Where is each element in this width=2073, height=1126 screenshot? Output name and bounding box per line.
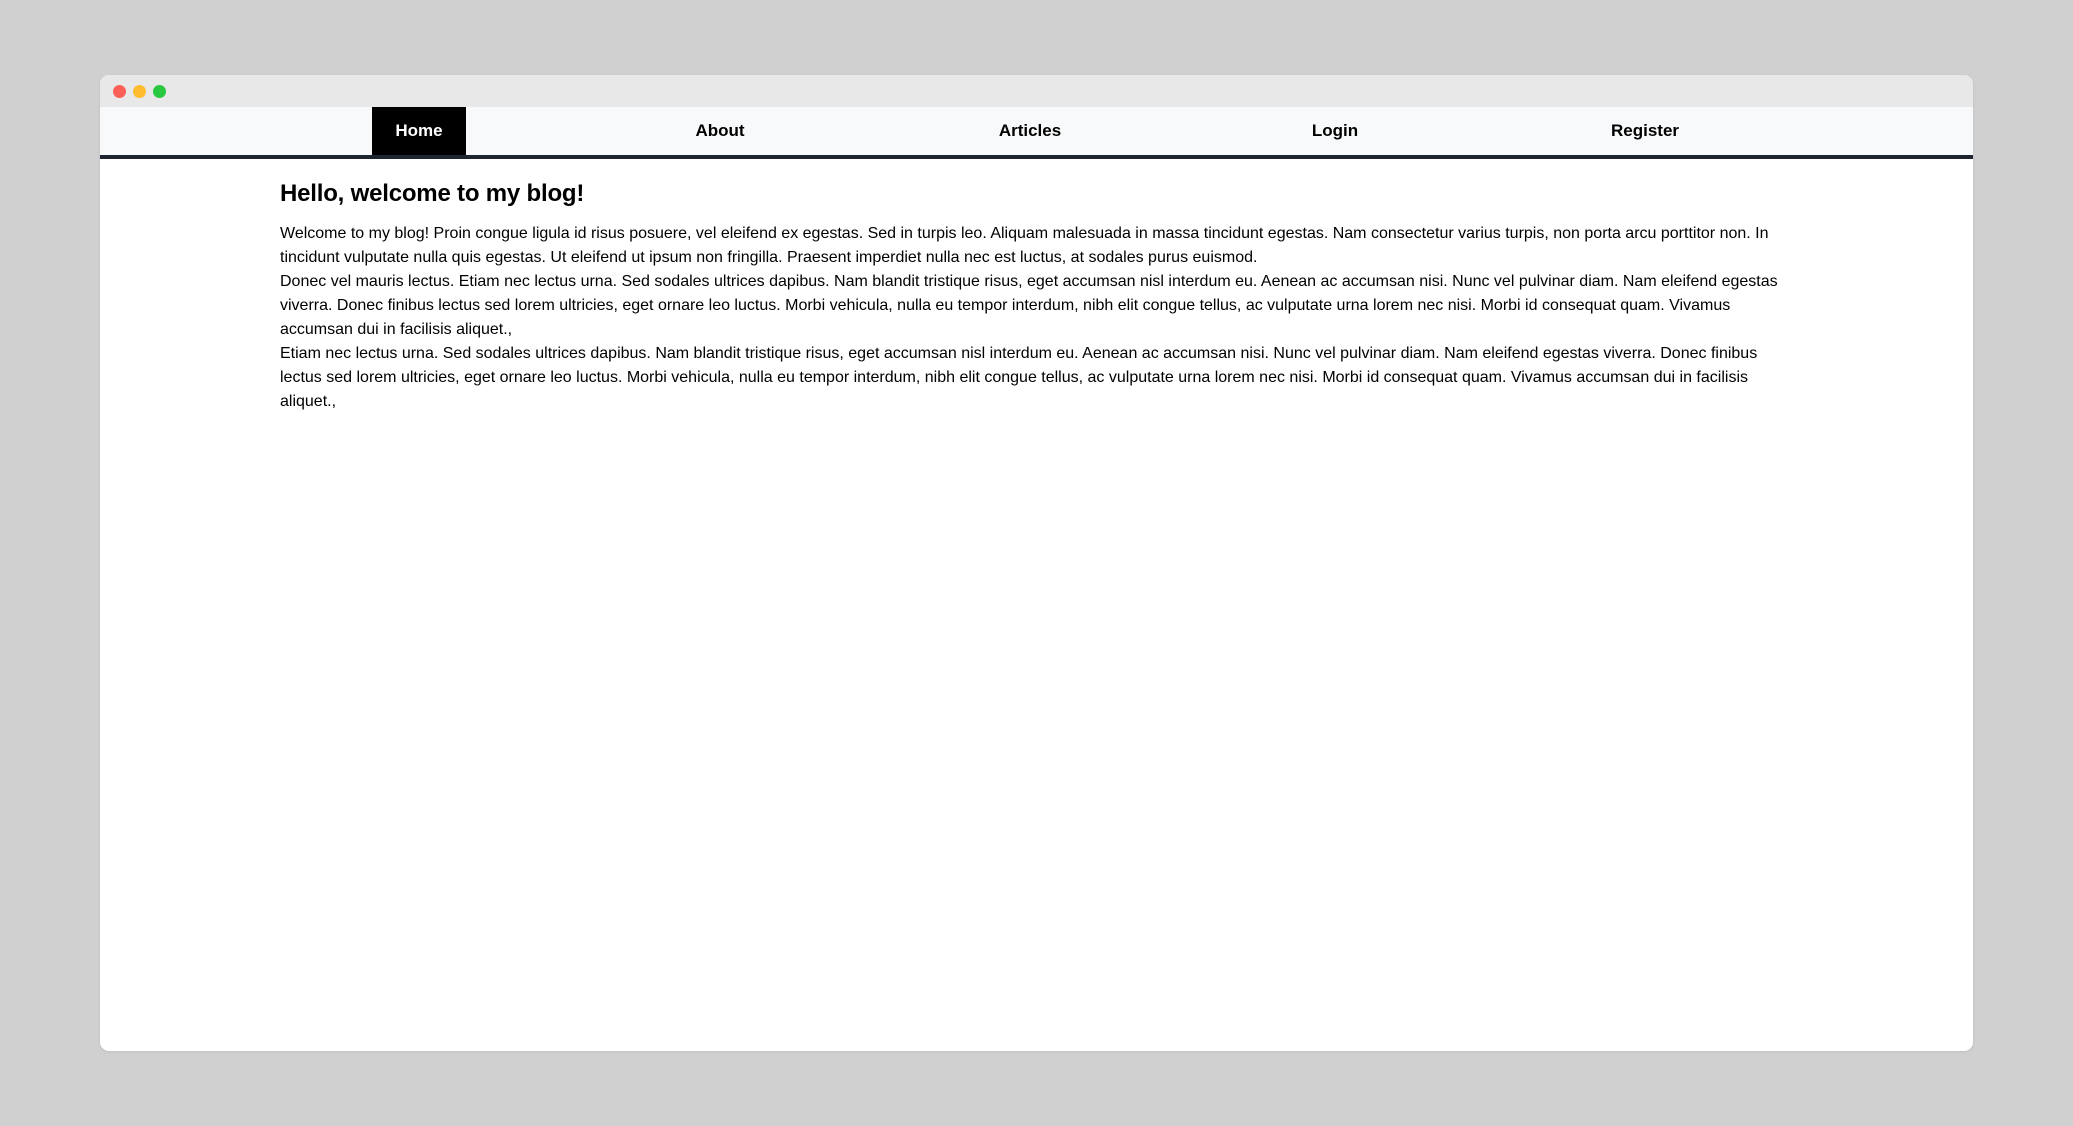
page-title: Hello, welcome to my blog!	[280, 180, 585, 207]
main-content: Hello, welcome to my blog! Welcome to my…	[280, 180, 1790, 414]
nav-item-home[interactable]: Home	[372, 107, 466, 155]
nav-item-login[interactable]: Login	[1285, 107, 1385, 155]
paragraph-intro: Welcome to my blog! Proin congue ligula …	[280, 225, 1769, 266]
window-titlebar	[100, 75, 1973, 107]
close-window-icon[interactable]	[113, 85, 126, 98]
navbar: Home About Articles Login Register	[100, 107, 1973, 159]
paragraph-third: Etiam nec lectus urna. Sed sodales ultri…	[280, 345, 1758, 410]
minimize-window-icon[interactable]	[133, 85, 146, 98]
paragraph-second: Donec vel mauris lectus. Etiam nec lectu…	[280, 273, 1778, 338]
nav-item-articles[interactable]: Articles	[975, 107, 1085, 155]
browser-window: Home About Articles Login Register Hello…	[100, 75, 1973, 1051]
nav-item-about[interactable]: About	[670, 107, 770, 155]
maximize-window-icon[interactable]	[153, 85, 166, 98]
nav-item-register[interactable]: Register	[1590, 107, 1700, 155]
